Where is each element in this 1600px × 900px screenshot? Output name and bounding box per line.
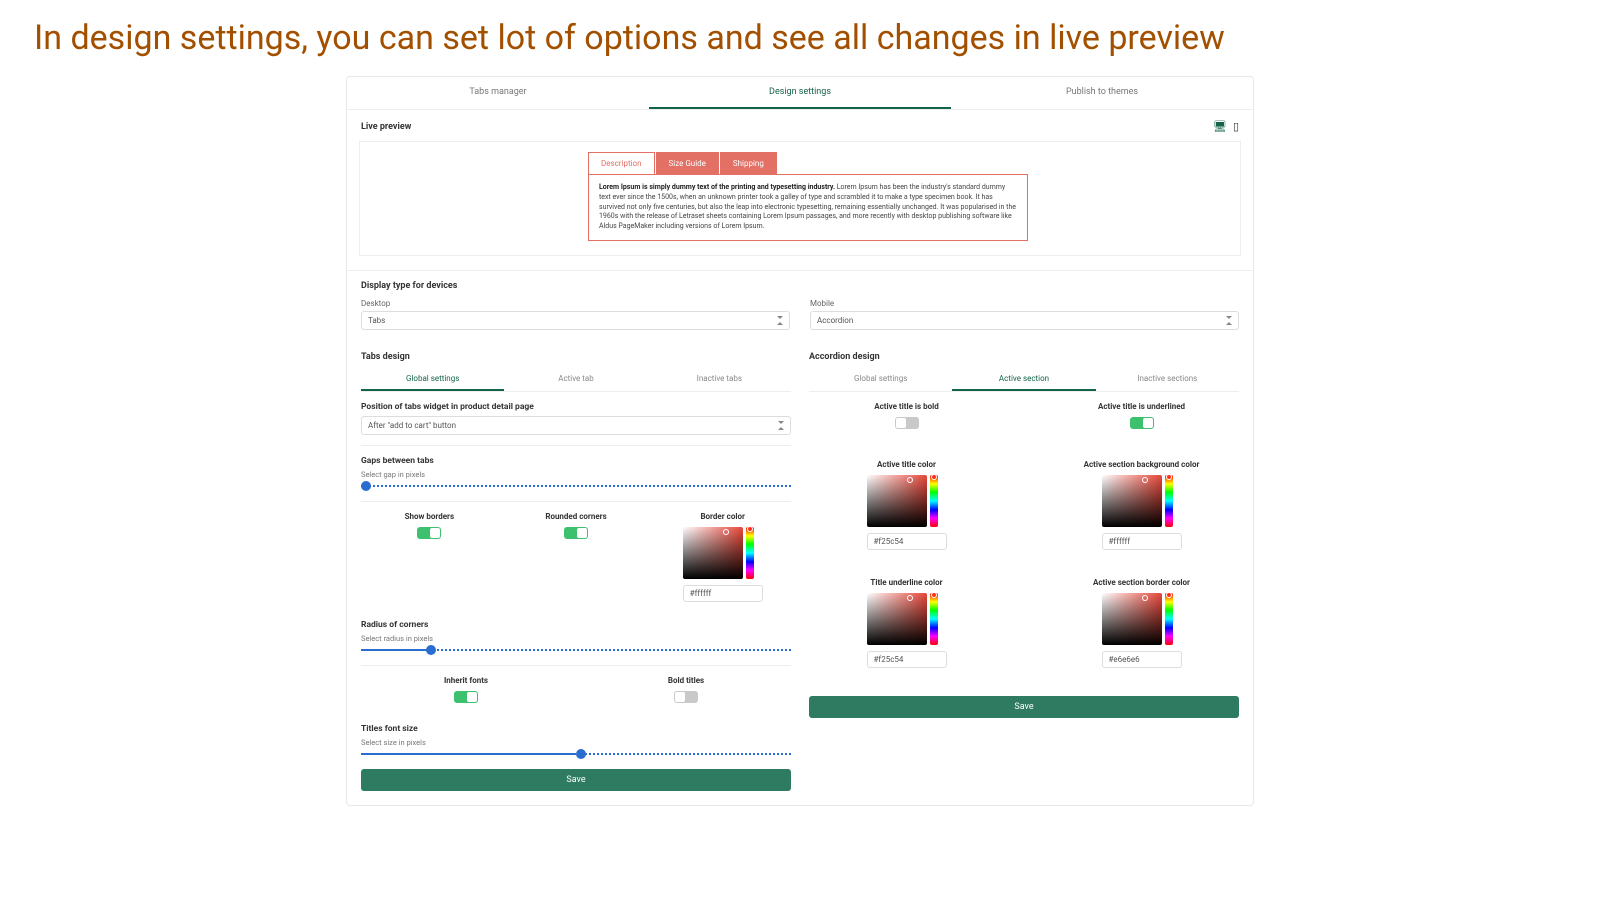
- rounded-corners-label: Rounded corners: [508, 512, 645, 521]
- active-title-color-picker[interactable]: [867, 475, 927, 527]
- acc-subtab-inactive[interactable]: Inactive sections: [1096, 368, 1239, 391]
- display-type-heading: Display type for devices: [361, 281, 1239, 291]
- show-borders-toggle[interactable]: [417, 527, 441, 539]
- bold-titles-toggle[interactable]: [674, 691, 698, 703]
- radius-heading: Radius of corners: [361, 620, 791, 630]
- preview-tab-description[interactable]: Description: [588, 152, 655, 174]
- tabs-subtab-inactive[interactable]: Inactive tabs: [648, 368, 791, 391]
- border-color-picker[interactable]: [683, 527, 743, 579]
- acc-border-color-input[interactable]: [1102, 651, 1182, 668]
- acc-border-color-picker[interactable]: [1102, 593, 1162, 645]
- active-bg-label: Active section background color: [1044, 460, 1239, 469]
- display-type-section: Display type for devices Desktop Tabs Mo…: [347, 270, 1253, 340]
- position-select[interactable]: After "add to cart" button: [361, 416, 791, 435]
- live-preview-title: Live preview: [361, 122, 411, 132]
- inherit-fonts-label: Inherit fonts: [361, 676, 571, 685]
- active-bold-label: Active title is bold: [809, 402, 1004, 411]
- tabs-subtab-global[interactable]: Global settings: [361, 368, 504, 391]
- mobile-select[interactable]: Accordion: [810, 311, 1239, 330]
- preview-bold: Lorem Ipsum is simply dummy text of the …: [599, 183, 835, 191]
- acc-subtab-global[interactable]: Global settings: [809, 368, 952, 391]
- active-title-color-input[interactable]: [867, 533, 947, 550]
- nav-publish[interactable]: Publish to themes: [951, 77, 1253, 109]
- tabs-save-button[interactable]: Save: [361, 769, 791, 791]
- show-borders-label: Show borders: [361, 512, 498, 521]
- tabs-design-panel: Tabs design Global settings Active tab I…: [361, 352, 791, 791]
- underline-color-label: Title underline color: [809, 578, 1004, 587]
- active-bg-hue[interactable]: [1165, 475, 1173, 527]
- acc-border-color-label: Active section border color: [1044, 578, 1239, 587]
- desktop-select[interactable]: Tabs: [361, 311, 790, 330]
- underline-color-picker[interactable]: [867, 593, 927, 645]
- radius-slider-label: Select radius in pixels: [361, 634, 791, 643]
- preview-tab-shipping[interactable]: Shipping: [720, 152, 777, 174]
- position-label: Position of tabs widget in product detai…: [361, 402, 791, 412]
- acc-subtab-active[interactable]: Active section: [952, 368, 1095, 391]
- acc-border-color-hue[interactable]: [1165, 593, 1173, 645]
- page-headline: In design settings, you can set lot of o…: [0, 0, 1600, 64]
- tabs-design-heading: Tabs design: [361, 352, 791, 362]
- gaps-slider-label: Select gap in pixels: [361, 470, 791, 479]
- app-container: Tabs manager Design settings Publish to …: [346, 76, 1254, 806]
- top-nav: Tabs manager Design settings Publish to …: [347, 77, 1253, 110]
- border-color-label: Border color: [654, 512, 791, 521]
- active-bold-toggle[interactable]: [895, 417, 919, 429]
- border-color-input[interactable]: [683, 585, 763, 602]
- active-underlined-label: Active title is underlined: [1044, 402, 1239, 411]
- active-title-color-hue[interactable]: [930, 475, 938, 527]
- preview-tab-size-guide[interactable]: Size Guide: [656, 152, 719, 174]
- active-bg-input[interactable]: [1102, 533, 1182, 550]
- border-color-hue[interactable]: [746, 527, 754, 579]
- nav-tabs-manager[interactable]: Tabs manager: [347, 77, 649, 109]
- preview-content: Lorem Ipsum is simply dummy text of the …: [588, 174, 1028, 241]
- live-preview-panel: Description Size Guide Shipping Lorem Ip…: [359, 141, 1241, 256]
- gaps-heading: Gaps between tabs: [361, 456, 791, 466]
- font-size-slider[interactable]: [361, 753, 791, 755]
- active-bg-picker[interactable]: [1102, 475, 1162, 527]
- active-underlined-toggle[interactable]: [1130, 417, 1154, 429]
- desktop-icon[interactable]: 🖥: [1213, 120, 1227, 133]
- inherit-fonts-toggle[interactable]: [454, 691, 478, 703]
- gaps-slider[interactable]: [361, 485, 791, 487]
- mobile-icon[interactable]: ▯: [1233, 120, 1239, 133]
- rounded-corners-toggle[interactable]: [564, 527, 588, 539]
- mobile-label: Mobile: [810, 299, 1239, 308]
- accordion-save-button[interactable]: Save: [809, 696, 1239, 718]
- underline-color-hue[interactable]: [930, 593, 938, 645]
- nav-design-settings[interactable]: Design settings: [649, 77, 951, 109]
- accordion-design-panel: Accordion design Global settings Active …: [809, 352, 1239, 791]
- font-size-slider-label: Select size in pixels: [361, 738, 791, 747]
- radius-slider[interactable]: [361, 649, 791, 651]
- tabs-subtab-active[interactable]: Active tab: [504, 368, 647, 391]
- underline-color-input[interactable]: [867, 651, 947, 668]
- accordion-design-heading: Accordion design: [809, 352, 1239, 362]
- bold-titles-label: Bold titles: [581, 676, 791, 685]
- desktop-label: Desktop: [361, 299, 790, 308]
- active-title-color-label: Active title color: [809, 460, 1004, 469]
- font-size-heading: Titles font size: [361, 724, 791, 734]
